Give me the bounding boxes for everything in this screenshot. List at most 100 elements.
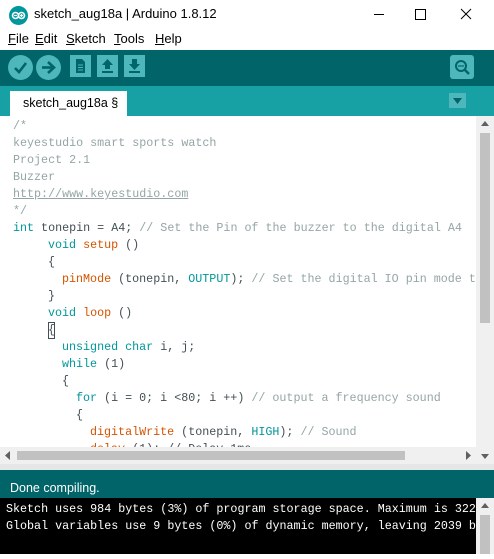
close-icon: [460, 8, 472, 20]
maximize-icon: [415, 9, 426, 20]
code-comment: // Set the digital IO pin mode to output: [251, 272, 476, 286]
code-keyword: unsigned char: [62, 340, 154, 354]
menu-file-key: F: [8, 31, 16, 46]
code-text: (tonepin,: [111, 272, 189, 286]
minimize-icon: [374, 14, 384, 15]
verify-button[interactable]: [8, 55, 33, 80]
code-line: /*: [13, 119, 28, 133]
code-text: (1): [97, 357, 126, 371]
code-line: for (i = 0; i <80; i ++) // output a fre…: [76, 390, 441, 407]
console-line: Sketch uses 984 bytes (3%) of program st…: [6, 502, 494, 516]
toolbar: [0, 50, 494, 86]
console-line: Global variables use 9 bytes (0%) of dyn…: [6, 519, 494, 533]
editor-horizontal-scrollbar[interactable]: [0, 447, 476, 464]
code-link[interactable]: http://www.keyestudio.com: [13, 186, 188, 203]
save-button[interactable]: [124, 55, 145, 77]
code-text: );: [279, 425, 301, 439]
code-line: int tonepin = A4; // Set the Pin of the …: [13, 220, 462, 237]
scroll-left-icon: [5, 451, 10, 460]
code-constant: HIGH: [251, 425, 280, 439]
arduino-logo-icon: [9, 6, 28, 25]
code-constant: OUTPUT: [188, 272, 231, 286]
menu-sketch-label: ketch: [74, 31, 106, 46]
code-keyword: while: [62, 357, 98, 371]
open-button[interactable]: [97, 55, 118, 77]
window-title: sketch_aug18a | Arduino 1.8.12: [34, 6, 217, 21]
code-text: (): [111, 306, 133, 320]
code-function: pinMode: [62, 272, 112, 286]
matched-bracket: {: [48, 322, 56, 339]
serial-monitor-button[interactable]: [450, 55, 474, 79]
code-line: {: [48, 255, 56, 269]
chevron-down-icon: [453, 98, 462, 104]
scroll-down-icon: [481, 454, 489, 459]
hscrollbar-graphics: [5, 451, 471, 460]
close-button[interactable]: [443, 0, 489, 29]
code-comment: // Sound: [300, 425, 357, 439]
code-editor[interactable]: /* keyestudio smart sports watch Project…: [0, 116, 476, 464]
menu-bar: File Edit Sketch Tools Help: [0, 29, 494, 50]
code-line: }: [48, 289, 56, 303]
code-line: void loop (): [48, 305, 132, 322]
scrollbar-thumb[interactable]: [480, 133, 490, 323]
code-text: );: [230, 272, 252, 286]
menu-sketch[interactable]: Sketch: [66, 31, 106, 46]
console-scrollbar-thumb[interactable]: [480, 515, 490, 554]
code-keyword: void: [48, 238, 77, 252]
menu-edit-label: dit: [43, 31, 58, 46]
tab-sketch-label: sketch_aug18a §: [23, 96, 119, 110]
code-text: (): [118, 238, 140, 252]
console-scrollbar-graphics: [480, 503, 490, 554]
console-output[interactable]: Sketch uses 984 bytes (3%) of program st…: [0, 498, 494, 554]
hscrollbar-thumb[interactable]: [17, 451, 405, 460]
maximize-button[interactable]: [397, 0, 443, 29]
new-icon: [76, 59, 85, 73]
scroll-right-icon: [466, 451, 471, 460]
upload-button[interactable]: [36, 55, 61, 80]
code-line: */: [13, 204, 28, 218]
minimize-button[interactable]: [356, 0, 402, 29]
editor-vertical-scrollbar[interactable]: [476, 116, 494, 464]
console-scrollbar[interactable]: [476, 498, 494, 554]
menu-help-label: elp: [164, 31, 182, 46]
menu-help-key: H: [155, 31, 165, 46]
code-text: (i = 0; i <80; i ++): [97, 391, 252, 405]
upload-icon: [42, 61, 56, 74]
menu-tools-label: ools: [120, 31, 145, 46]
menu-help[interactable]: Help: [155, 31, 182, 46]
save-icon: [129, 59, 140, 73]
code-line: Project 2.1: [13, 153, 91, 167]
code-line: digitalWrite (tonepin, HIGH); // Sound: [90, 424, 357, 441]
menu-file-label: ile: [15, 31, 29, 46]
scrollbar-graphics: [480, 121, 490, 459]
tab-bar: sketch_aug18a §: [0, 86, 494, 116]
scroll-up-icon: [481, 503, 489, 508]
code-line: void setup (): [48, 237, 139, 254]
code-line: while (1): [62, 356, 125, 373]
status-bar: Done compiling.: [0, 464, 494, 498]
tab-sketch[interactable]: sketch_aug18a §: [10, 91, 127, 116]
code-comment: // output a frequency sound: [251, 391, 441, 405]
status-message: Done compiling.: [10, 481, 100, 495]
menu-edit[interactable]: Edit: [35, 31, 57, 46]
code-keyword: for: [76, 391, 98, 405]
new-button[interactable]: [70, 55, 91, 77]
menu-edit-key: E: [35, 31, 44, 46]
code-line: unsigned char i, j;: [62, 339, 195, 356]
code-line: {: [76, 408, 84, 422]
code-text: i, j;: [153, 340, 196, 354]
code-text: (tonepin,: [174, 425, 252, 439]
code-function: loop: [83, 306, 112, 320]
scroll-up-icon: [481, 121, 489, 126]
code-function: setup: [83, 238, 119, 252]
tab-menu-button[interactable]: [449, 93, 466, 108]
code-line: keyestudio smart sports watch: [13, 136, 217, 150]
code-keyword: int: [13, 221, 35, 235]
menu-file[interactable]: File: [8, 31, 29, 46]
menu-tools[interactable]: Tools: [114, 31, 144, 46]
title-bar: sketch_aug18a | Arduino 1.8.12: [0, 0, 494, 29]
code-function: digitalWrite: [90, 425, 175, 439]
open-icon: [102, 59, 113, 73]
code-line: Buzzer: [13, 170, 56, 184]
menu-sketch-key: S: [66, 31, 75, 46]
